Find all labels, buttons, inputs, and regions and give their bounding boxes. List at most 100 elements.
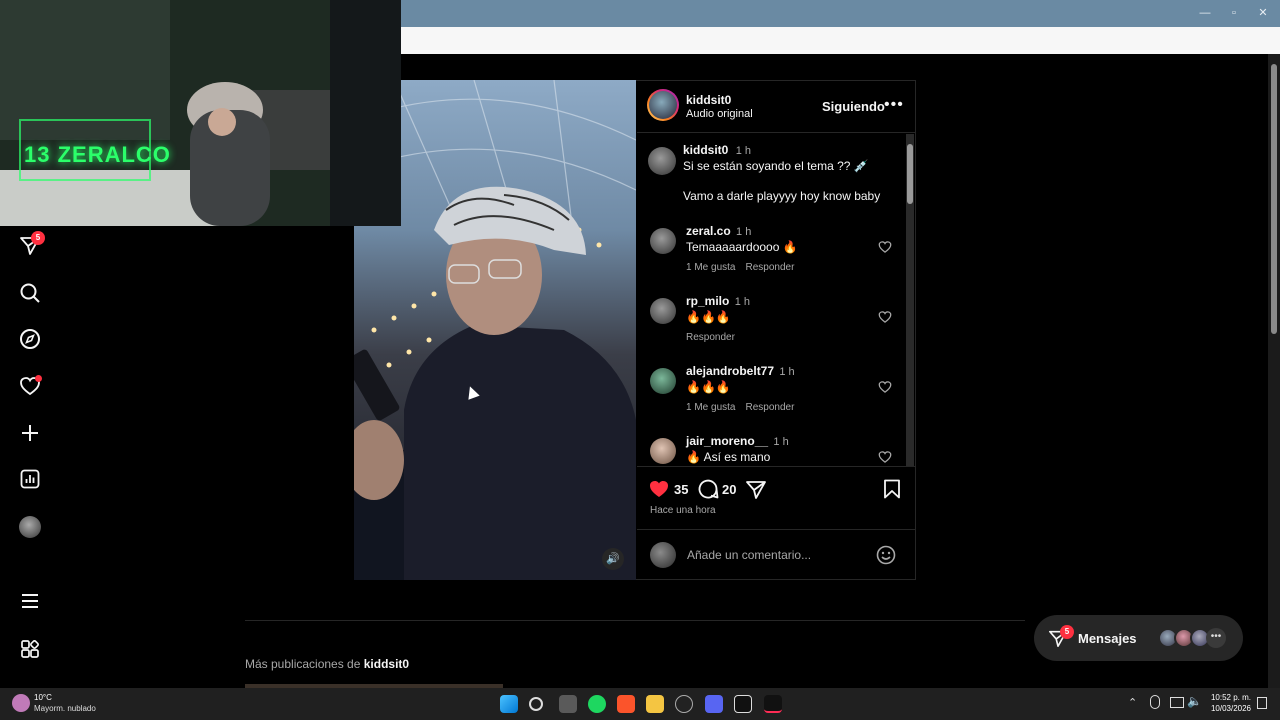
task-view-icon[interactable]	[559, 695, 577, 713]
obs-icon[interactable]	[675, 695, 693, 713]
tiktok-icon[interactable]	[764, 695, 782, 713]
comment-time: 1 h	[779, 366, 795, 378]
sidebar-direct-icon[interactable]: 5	[19, 231, 45, 256]
reply-button[interactable]: Responder	[745, 402, 794, 413]
comment-username[interactable]: zeral.co	[686, 224, 731, 238]
weather-temperature[interactable]: 10°C	[34, 693, 52, 702]
header-divider	[637, 132, 915, 133]
create-icon[interactable]	[19, 422, 41, 444]
like-count[interactable]: 35	[674, 482, 688, 497]
comment-avatar[interactable]	[650, 228, 676, 254]
clock-time[interactable]: 10:52 p. m.	[1209, 693, 1251, 702]
comment-likes[interactable]: 1 Me gusta	[686, 402, 735, 413]
windows-taskbar	[0, 688, 1280, 720]
search-icon[interactable]	[19, 282, 41, 304]
threads-apps-icon[interactable]	[19, 638, 41, 660]
weather-icon[interactable]	[12, 694, 30, 712]
activity-dot	[35, 375, 42, 382]
more-conversations-icon: •••	[1206, 628, 1226, 648]
restore-icon[interactable]: ▫	[1227, 6, 1241, 20]
more-options-icon[interactable]: •••	[884, 96, 904, 114]
comment-like-icon[interactable]	[878, 240, 892, 254]
audio-label[interactable]: Audio original	[686, 108, 753, 120]
network-icon[interactable]	[1170, 697, 1184, 708]
webcam-overlay: 13 ZERALCO	[0, 0, 401, 226]
comment-input[interactable]: Añade un comentario...	[687, 548, 811, 562]
comment-time: 1 h	[773, 436, 789, 448]
page-scrollbar[interactable]	[1268, 54, 1280, 688]
file-explorer-icon[interactable]	[646, 695, 664, 713]
caption-username[interactable]: kiddsit0	[683, 143, 728, 157]
comment-username[interactable]: rp_milo	[686, 294, 729, 308]
caption-line1: Si se están soyando el tema ?? 💉	[683, 159, 869, 173]
more-posts-divider	[245, 620, 1025, 621]
profile-avatar[interactable]	[19, 516, 41, 538]
follow-status-button[interactable]: Siguiendo	[822, 99, 885, 114]
more-posts-prefix: Más publicaciones de	[245, 657, 361, 671]
spotify-icon[interactable]	[588, 695, 606, 713]
explore-icon[interactable]	[19, 328, 41, 350]
share-post-icon[interactable]	[745, 478, 767, 500]
webcam-scene	[0, 0, 401, 226]
caption-line2: Vamo a darle playyyy hoy know baby	[683, 189, 881, 203]
minimize-icon[interactable]: —	[1198, 6, 1212, 20]
author-avatar-ring[interactable]	[647, 89, 679, 121]
comment-text: 🔥 Así es mano	[686, 450, 771, 464]
more-posts-heading: Más publicaciones de kiddsit0	[245, 657, 409, 671]
comments-scrollbar[interactable]	[906, 134, 914, 466]
comment-time: 1 h	[736, 226, 752, 238]
author-avatar	[649, 91, 677, 119]
discord-icon[interactable]	[705, 695, 723, 713]
comment-text: 🔥🔥🔥	[686, 380, 731, 394]
comment-username[interactable]: alejandrobelt77	[686, 364, 774, 378]
notifications-badge: 5	[31, 231, 45, 245]
caption-avatar[interactable]	[648, 147, 676, 175]
microphone-icon[interactable]	[1150, 695, 1160, 709]
notification-center-icon[interactable]	[1257, 697, 1267, 709]
page-scrollbar-thumb[interactable]	[1271, 64, 1277, 334]
comments-divider	[637, 466, 915, 467]
reply-button[interactable]: Responder	[745, 262, 794, 273]
comment-text: Temaaaaardoooo 🔥	[686, 240, 798, 254]
save-bookmark-icon[interactable]	[881, 478, 903, 500]
reply-button[interactable]: Responder	[686, 332, 735, 343]
dashboard-icon[interactable]	[19, 468, 41, 490]
start-icon[interactable]	[500, 695, 518, 713]
current-user-avatar	[650, 542, 676, 568]
more-menu-icon[interactable]	[19, 590, 41, 612]
webcam-neon-logo: 13 ZERALCO	[24, 142, 171, 167]
brave-icon[interactable]	[617, 695, 635, 713]
comment-likes[interactable]: 1 Me gusta	[686, 262, 735, 273]
emoji-icon[interactable]	[875, 544, 897, 566]
volume-icon[interactable]: 🔊	[602, 548, 624, 570]
comment-avatar[interactable]	[650, 298, 676, 324]
heart-icon[interactable]	[19, 375, 42, 397]
comment-avatar[interactable]	[650, 368, 676, 394]
volume-tray-icon[interactable]: 🔈	[1187, 694, 1202, 708]
weather-condition[interactable]: Mayorm. nublado	[34, 704, 96, 713]
capcut-icon[interactable]	[734, 695, 752, 713]
tray-chevron-icon[interactable]: ⌃	[1128, 696, 1137, 709]
more-posts-user[interactable]: kiddsit0	[364, 657, 409, 671]
comment-username[interactable]: jair_moreno__	[686, 434, 768, 448]
comment-avatar[interactable]	[650, 438, 676, 464]
comment-time: 1 h	[734, 296, 750, 308]
comments-scrollbar-thumb[interactable]	[907, 144, 913, 204]
messages-badge: 5	[1060, 625, 1074, 639]
comment-count[interactable]: 20	[722, 482, 736, 497]
post-timestamp[interactable]: Hace una hora	[650, 505, 716, 516]
taskbar-search-icon[interactable]	[529, 697, 543, 711]
actions-divider	[637, 529, 915, 530]
caption-time: 1 h	[735, 145, 751, 157]
like-icon[interactable]	[648, 478, 670, 500]
comment-like-icon[interactable]	[878, 310, 892, 324]
messages-label: Mensajes	[1078, 631, 1137, 646]
comment-like-icon[interactable]	[878, 380, 892, 394]
comment-text: 🔥🔥🔥	[686, 310, 731, 324]
comment-like-icon[interactable]	[878, 450, 892, 464]
close-icon[interactable]: ✕	[1256, 6, 1270, 20]
clock-date[interactable]: 10/03/2026	[1209, 704, 1251, 713]
messages-button[interactable]: 5 Mensajes •••	[1034, 615, 1243, 661]
author-username[interactable]: kiddsit0	[686, 93, 731, 107]
comment-icon[interactable]	[697, 478, 719, 500]
